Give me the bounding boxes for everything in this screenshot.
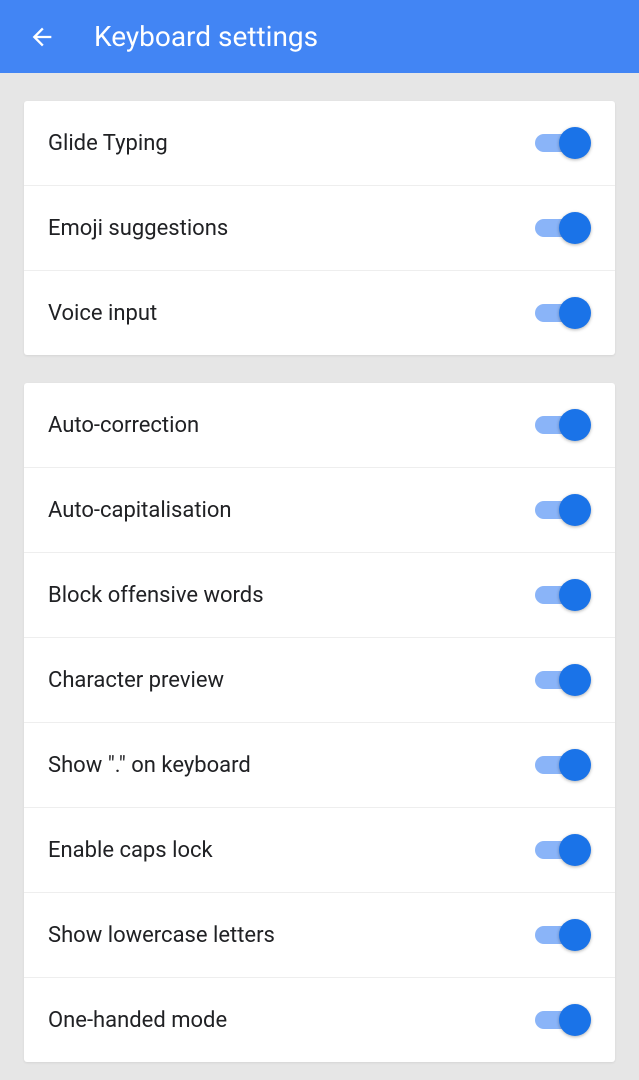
setting-show-lowercase-letters[interactable]: Show lowercase letters bbox=[24, 893, 615, 978]
setting-label: Glide Typing bbox=[48, 131, 168, 156]
setting-show-period-on-keyboard[interactable]: Show "." on keyboard bbox=[24, 723, 615, 808]
toggle-thumb bbox=[559, 127, 591, 159]
toggle-thumb bbox=[559, 212, 591, 244]
toggle-one-handed-mode[interactable] bbox=[535, 1004, 591, 1036]
settings-section-2: Auto-correction Auto-capitalisation Bloc… bbox=[24, 383, 615, 1062]
arrow-left-icon bbox=[28, 23, 56, 51]
toggle-show-period-on-keyboard[interactable] bbox=[535, 749, 591, 781]
toggle-voice-input[interactable] bbox=[535, 297, 591, 329]
setting-glide-typing[interactable]: Glide Typing bbox=[24, 101, 615, 186]
toggle-emoji-suggestions[interactable] bbox=[535, 212, 591, 244]
toggle-thumb bbox=[559, 409, 591, 441]
toggle-character-preview[interactable] bbox=[535, 664, 591, 696]
setting-enable-caps-lock[interactable]: Enable caps lock bbox=[24, 808, 615, 893]
content: Glide Typing Emoji suggestions Voice inp… bbox=[0, 101, 639, 1062]
toggle-thumb bbox=[559, 1004, 591, 1036]
toggle-auto-correction[interactable] bbox=[535, 409, 591, 441]
setting-label: Auto-correction bbox=[48, 413, 199, 438]
setting-label: Character preview bbox=[48, 668, 224, 693]
setting-one-handed-mode[interactable]: One-handed mode bbox=[24, 978, 615, 1062]
setting-emoji-suggestions[interactable]: Emoji suggestions bbox=[24, 186, 615, 271]
setting-label: Show "." on keyboard bbox=[48, 753, 251, 778]
setting-label: Block offensive words bbox=[48, 583, 264, 608]
toggle-show-lowercase-letters[interactable] bbox=[535, 919, 591, 951]
setting-label: Voice input bbox=[48, 301, 157, 326]
toggle-glide-typing[interactable] bbox=[535, 127, 591, 159]
toggle-thumb bbox=[559, 749, 591, 781]
setting-label: Show lowercase letters bbox=[48, 923, 275, 948]
toggle-auto-capitalisation[interactable] bbox=[535, 494, 591, 526]
toggle-thumb bbox=[559, 494, 591, 526]
setting-auto-correction[interactable]: Auto-correction bbox=[24, 383, 615, 468]
toggle-thumb bbox=[559, 834, 591, 866]
toggle-thumb bbox=[559, 579, 591, 611]
setting-label: Enable caps lock bbox=[48, 838, 213, 863]
back-button[interactable] bbox=[20, 15, 64, 59]
setting-voice-input[interactable]: Voice input bbox=[24, 271, 615, 355]
setting-label: One-handed mode bbox=[48, 1008, 227, 1033]
setting-label: Emoji suggestions bbox=[48, 216, 228, 241]
toggle-thumb bbox=[559, 664, 591, 696]
toggle-block-offensive-words[interactable] bbox=[535, 579, 591, 611]
setting-label: Auto-capitalisation bbox=[48, 498, 232, 523]
setting-auto-capitalisation[interactable]: Auto-capitalisation bbox=[24, 468, 615, 553]
settings-section-1: Glide Typing Emoji suggestions Voice inp… bbox=[24, 101, 615, 355]
page-title: Keyboard settings bbox=[94, 20, 318, 53]
toggle-thumb bbox=[559, 297, 591, 329]
header: Keyboard settings bbox=[0, 0, 639, 73]
toggle-thumb bbox=[559, 919, 591, 951]
setting-block-offensive-words[interactable]: Block offensive words bbox=[24, 553, 615, 638]
setting-character-preview[interactable]: Character preview bbox=[24, 638, 615, 723]
toggle-enable-caps-lock[interactable] bbox=[535, 834, 591, 866]
